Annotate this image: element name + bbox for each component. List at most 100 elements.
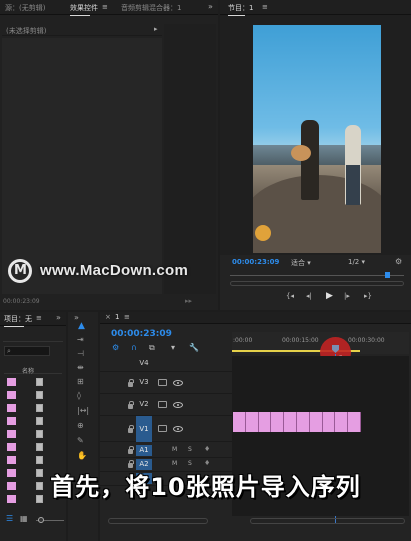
mute-icon[interactable]: M — [172, 460, 177, 467]
mic-icon[interactable]: ♦ — [204, 459, 210, 467]
lock-icon[interactable] — [128, 401, 134, 409]
project-search-input[interactable]: ⌕ — [4, 346, 50, 356]
export-frame-icon[interactable]: ▸▸ — [185, 297, 192, 305]
source-timecode: 00:00:23:09 — [3, 298, 40, 305]
project-item-row[interactable] — [0, 454, 64, 466]
photo-clip[interactable] — [348, 412, 361, 432]
name-column-header[interactable]: 名称 — [4, 366, 62, 375]
panel-overflow-icon[interactable]: » — [208, 2, 213, 11]
tab-effect-controls[interactable]: 效果控件 — [70, 3, 98, 16]
project-item-row[interactable] — [0, 415, 64, 427]
settings-wrench-icon[interactable]: ⚙ — [395, 257, 402, 266]
tab-source[interactable]: 源：(无剪辑) — [5, 3, 45, 13]
program-playhead-marker[interactable] — [385, 272, 390, 278]
project-overflow-icon[interactable]: » — [56, 313, 61, 322]
project-item-row[interactable] — [0, 376, 64, 388]
timeline-scrollbar[interactable] — [250, 518, 405, 524]
tab-project[interactable]: 项目：无 — [4, 314, 32, 327]
sync-lock-icon[interactable] — [158, 379, 167, 386]
mark-out-icon[interactable]: ▸} — [364, 292, 372, 300]
zoom-slider-handle[interactable] — [38, 517, 44, 523]
slip-icon[interactable]: |↔| — [77, 407, 89, 415]
nest-icon[interactable]: ⚙ — [112, 343, 119, 352]
linked-selection-icon[interactable]: ⧉ — [149, 343, 155, 353]
photo-clip[interactable] — [284, 412, 297, 432]
track-header-scrollbar[interactable] — [108, 518, 208, 524]
photo-clip[interactable] — [245, 412, 259, 432]
photo-clip[interactable] — [297, 412, 310, 432]
track-v4-label[interactable]: V4 — [136, 358, 152, 369]
program-scrubber[interactable] — [230, 275, 404, 276]
razor-icon[interactable]: ◊ — [77, 392, 81, 400]
track-select-icon[interactable]: ⇥ — [77, 336, 84, 344]
step-forward-icon[interactable]: |▸ — [344, 292, 350, 300]
add-marker-icon[interactable]: ▾ — [171, 343, 175, 352]
clip-color-label — [7, 404, 16, 412]
project-item-row[interactable] — [0, 402, 64, 414]
still-image-icon — [36, 391, 43, 399]
solo-icon[interactable]: S — [188, 460, 192, 467]
rate-stretch-icon[interactable]: ⊞ — [77, 378, 84, 386]
track-a1-label[interactable]: A1 — [136, 445, 152, 456]
sequence-tab[interactable]: 1 — [115, 313, 119, 321]
eye-icon[interactable] — [173, 380, 183, 386]
no-clip-label: (未选择剪辑) — [6, 27, 47, 35]
close-sequence-icon[interactable]: × — [105, 313, 111, 321]
selection-tool-icon[interactable]: ▲ — [78, 322, 85, 331]
mute-icon[interactable]: M — [172, 446, 177, 453]
expand-arrow-icon[interactable]: ▸ — [154, 25, 158, 33]
photo-clip[interactable] — [271, 412, 285, 432]
track-v1-label[interactable]: V1 — [136, 416, 152, 442]
fit-dropdown[interactable]: 适合 ▾ — [291, 258, 311, 268]
sequence-menu-icon[interactable]: ≡ — [124, 313, 130, 321]
lock-icon[interactable] — [128, 446, 134, 454]
still-image-icon — [36, 417, 43, 425]
resolution-dropdown[interactable]: 1/2 ▾ — [348, 258, 365, 266]
macdown-watermark: M www.MacDown.com — [8, 258, 228, 284]
photo-clip[interactable] — [233, 412, 246, 432]
track-v3-label[interactable]: V3 — [136, 377, 152, 388]
step-back-icon[interactable]: ◂| — [306, 292, 312, 300]
logo-letter: M — [14, 263, 27, 278]
lock-icon[interactable] — [128, 379, 134, 387]
program-timecode[interactable]: 00:00:23:09 — [232, 258, 279, 266]
project-item-row[interactable] — [0, 428, 64, 440]
eye-icon[interactable] — [173, 402, 183, 408]
wrench-icon[interactable]: 🔧 — [189, 343, 199, 352]
timeline-timecode[interactable]: 00:00:23:09 — [111, 329, 172, 339]
program-zoom-bar[interactable] — [230, 281, 404, 286]
mark-in-icon[interactable]: {◂ — [286, 292, 294, 300]
mic-icon[interactable]: ♦ — [204, 445, 210, 453]
track-a1-header: A1 M S ♦ — [100, 444, 232, 458]
ruler-label-start: :00:00 — [233, 337, 253, 344]
project-item-row[interactable] — [0, 389, 64, 401]
solo-icon[interactable]: S — [188, 446, 192, 453]
play-icon[interactable]: ▶ — [326, 291, 333, 301]
project-menu-icon[interactable]: ≡ — [36, 314, 42, 322]
hand-icon[interactable]: ✋ — [77, 452, 87, 460]
eye-icon[interactable] — [173, 426, 183, 432]
clip-color-label — [7, 430, 16, 438]
tab-audio-mixer[interactable]: 音频剪辑混合器：1 — [121, 3, 181, 13]
project-item-row[interactable] — [0, 441, 64, 453]
effect-controls-menu-icon[interactable]: ≡ — [102, 3, 108, 11]
tab-program[interactable]: 节目：1 — [228, 3, 253, 16]
photo-clip[interactable] — [309, 412, 323, 432]
program-tabbar: 节目：1 ≡ — [220, 0, 411, 16]
lock-icon[interactable] — [128, 425, 134, 433]
slide-icon[interactable]: ⊕ — [77, 422, 84, 430]
icon-view-icon[interactable]: ▦ — [20, 514, 28, 523]
track-v2-label[interactable]: V2 — [136, 399, 152, 410]
sync-lock-icon[interactable] — [158, 425, 167, 432]
snap-icon[interactable]: ∩ — [131, 343, 137, 352]
project-panel: 项目：无 ≡ » ⌕ 名称 ☰ ▦ — [0, 312, 66, 541]
pen-icon[interactable]: ✎ — [77, 437, 84, 445]
photo-clip[interactable] — [335, 412, 349, 432]
rolling-edit-icon[interactable]: ⇼ — [77, 364, 84, 372]
list-view-icon[interactable]: ☰ — [6, 514, 13, 523]
program-menu-icon[interactable]: ≡ — [262, 3, 268, 11]
sync-lock-icon[interactable] — [158, 401, 167, 408]
photo-clip[interactable] — [258, 412, 272, 432]
ripple-edit-icon[interactable]: ⊣ — [77, 350, 84, 358]
photo-clip[interactable] — [322, 412, 336, 432]
